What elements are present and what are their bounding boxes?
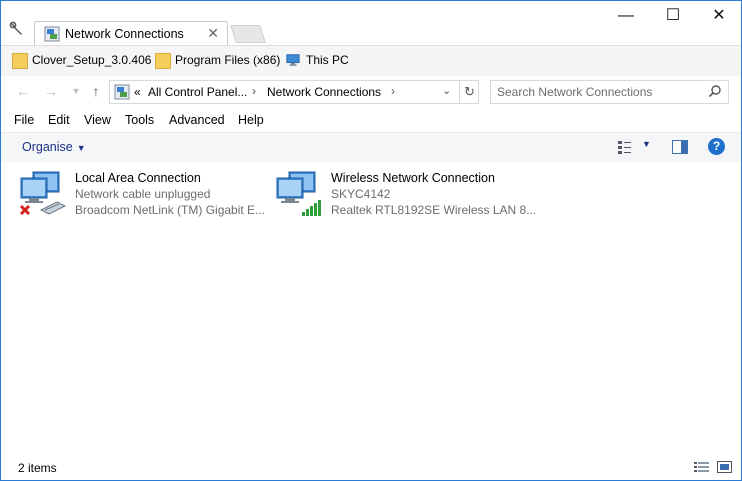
favorites-bar: Clover_Setup_3.0.406 Program Files (x86)… bbox=[1, 45, 741, 76]
favorite-label: Program Files (x86) bbox=[175, 53, 281, 67]
status-bar: 2 items bbox=[1, 455, 741, 480]
organise-label: Organise bbox=[22, 140, 73, 154]
favorite-clover-setup[interactable]: Clover_Setup_3.0.406 bbox=[12, 52, 152, 70]
favorite-label: This PC bbox=[306, 53, 349, 67]
breadcrumb-chevron-icon[interactable]: › bbox=[252, 84, 256, 98]
connection-device: Broadcom NetLink (TM) Gigabit E... bbox=[75, 203, 266, 217]
connection-status: Network cable unplugged bbox=[75, 187, 211, 201]
item-count: 2 items bbox=[18, 461, 57, 475]
network-connections-icon bbox=[44, 26, 60, 42]
tab-network-connections[interactable]: Network Connections ✕ bbox=[34, 21, 228, 46]
list-item[interactable]: Wireless Network Connection SKYC4142 Rea… bbox=[273, 166, 536, 220]
favorite-label: Clover_Setup_3.0.406 bbox=[32, 53, 152, 67]
chevron-down-icon: ▼ bbox=[76, 143, 86, 153]
organise-button[interactable]: Organise ▼ bbox=[22, 140, 86, 154]
tab-title: Network Connections bbox=[65, 27, 184, 41]
title-bar: Network Connections ✕ — ☐ ✕ bbox=[1, 1, 741, 46]
new-tab-button[interactable] bbox=[230, 25, 266, 43]
connection-name: Local Area Connection bbox=[75, 171, 201, 185]
explorer-window: Network Connections ✕ — ☐ ✕ Clover_Setup… bbox=[0, 0, 742, 481]
search-box[interactable] bbox=[490, 80, 729, 104]
help-icon[interactable]: ? bbox=[708, 138, 725, 155]
navigation-bar: ← → ▼ ↑ « All Control Panel... › Network… bbox=[1, 76, 741, 108]
tab-close-icon[interactable]: ✕ bbox=[207, 25, 219, 42]
connections-list: Local Area Connection Network cable unpl… bbox=[1, 162, 741, 452]
back-arrow-icon[interactable]: ← bbox=[14, 82, 32, 100]
ethernet-disconnected-icon bbox=[19, 171, 67, 216]
control-panel-icon bbox=[114, 84, 130, 100]
address-dropdown-icon[interactable]: ⌄ bbox=[442, 84, 451, 97]
details-view-icon[interactable] bbox=[694, 462, 709, 473]
forward-arrow-icon[interactable]: → bbox=[42, 82, 60, 100]
menu-help[interactable]: Help bbox=[238, 113, 264, 127]
favorite-program-files[interactable]: Program Files (x86) bbox=[155, 52, 285, 70]
preview-pane-icon[interactable] bbox=[672, 140, 688, 154]
computer-icon bbox=[286, 54, 300, 66]
list-item[interactable]: Local Area Connection Network cable unpl… bbox=[17, 166, 267, 220]
connection-name: Wireless Network Connection bbox=[331, 171, 495, 185]
command-bar: Organise ▼ ▼ ? bbox=[1, 132, 741, 163]
breadcrumb-network-connections[interactable]: Network Connections bbox=[267, 85, 381, 99]
menu-view[interactable]: View bbox=[84, 113, 111, 127]
breadcrumb-overflow[interactable]: « bbox=[134, 85, 141, 99]
wrench-icon[interactable] bbox=[9, 21, 25, 37]
folder-icon bbox=[155, 53, 171, 69]
menu-advanced[interactable]: Advanced bbox=[169, 113, 225, 127]
menu-file[interactable]: File bbox=[14, 113, 34, 127]
recent-locations-chevron-icon[interactable]: ▼ bbox=[67, 82, 85, 100]
maximize-button[interactable]: ☐ bbox=[650, 3, 696, 31]
search-input[interactable] bbox=[497, 83, 697, 100]
breadcrumb-chevron-icon[interactable]: › bbox=[391, 84, 395, 98]
minimize-button[interactable]: — bbox=[603, 3, 649, 31]
menu-bar: File Edit View Tools Advanced Help bbox=[1, 109, 741, 131]
menu-tools[interactable]: Tools bbox=[125, 113, 154, 127]
up-arrow-icon[interactable]: ↑ bbox=[87, 82, 105, 100]
change-view-icon[interactable] bbox=[617, 139, 633, 155]
large-icons-view-icon[interactable] bbox=[717, 461, 732, 473]
address-bar[interactable]: « All Control Panel... › Network Connect… bbox=[109, 80, 479, 104]
close-button[interactable]: ✕ bbox=[696, 3, 741, 31]
connection-device: Realtek RTL8192SE Wireless LAN 8... bbox=[331, 203, 537, 217]
search-icon[interactable] bbox=[708, 84, 722, 98]
connection-status: SKYC4142 bbox=[331, 187, 391, 201]
view-options-chevron-icon[interactable]: ▼ bbox=[642, 139, 651, 149]
menu-edit[interactable]: Edit bbox=[48, 113, 70, 127]
folder-icon bbox=[12, 53, 28, 69]
refresh-icon[interactable]: ↻ bbox=[459, 81, 479, 103]
wireless-connected-icon bbox=[276, 171, 321, 216]
breadcrumb-all-control-panel[interactable]: All Control Panel... bbox=[148, 85, 247, 99]
favorite-this-pc[interactable]: This PC bbox=[286, 52, 356, 70]
